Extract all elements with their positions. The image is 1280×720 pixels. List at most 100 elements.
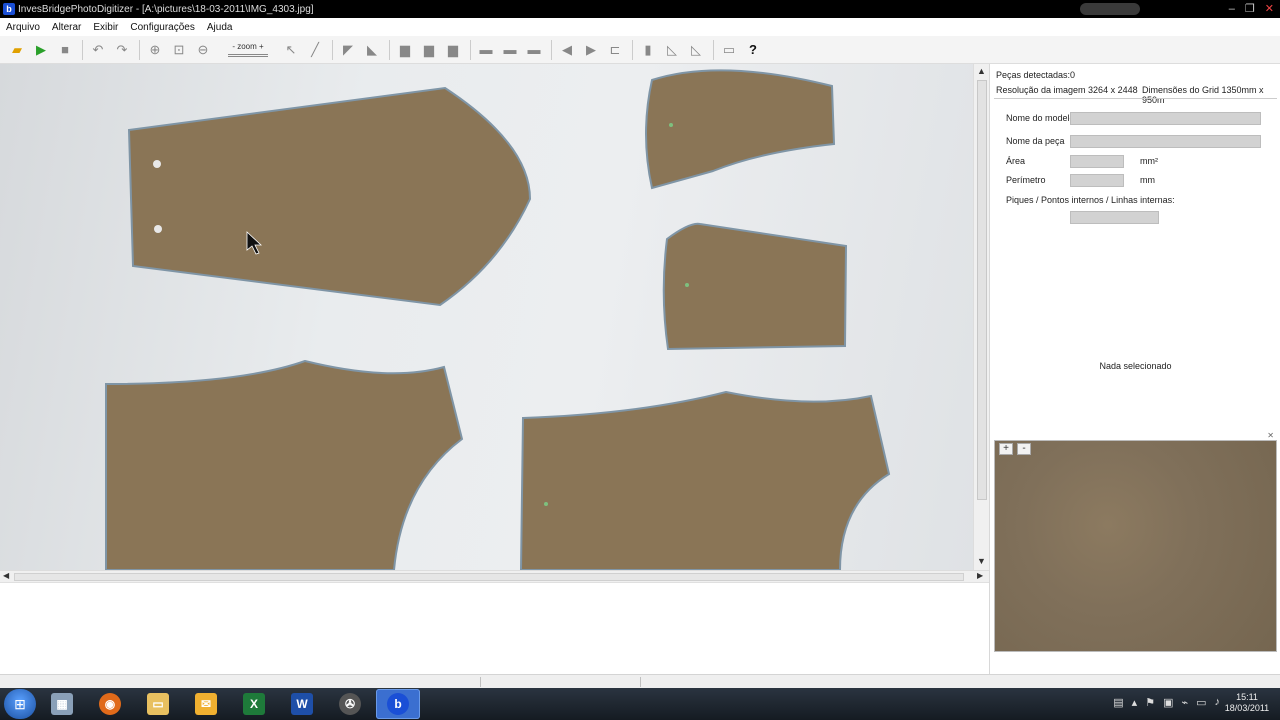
outlook-icon: ✉ [195, 693, 217, 715]
open-folder-icon[interactable]: ▰ [6, 39, 28, 61]
toolbar-separator [389, 39, 390, 60]
tray-volume-icon[interactable]: ♪ [1215, 696, 1221, 709]
zoom-plus[interactable]: + [259, 42, 264, 51]
zoom-out-icon[interactable]: ⊖ [192, 39, 214, 61]
task-media[interactable]: ✇ [328, 689, 372, 719]
menu-ajuda[interactable]: Ajuda [207, 22, 233, 33]
image-resolution: Resolução da imagem 3264 x 2448 [996, 85, 1138, 95]
scrollbar-thumb[interactable] [977, 80, 987, 500]
menu-exibir[interactable]: Exibir [93, 22, 118, 33]
task-firefox[interactable]: ◉ [88, 689, 132, 719]
marker-point [669, 123, 673, 127]
perimeter-label: Perímetro [1006, 175, 1046, 185]
canvas-horizontal-scrollbar[interactable]: ◀ ▶ [0, 570, 989, 582]
pattern-piece-cuff [662, 222, 848, 351]
pattern-piece-front [105, 359, 464, 570]
play-icon[interactable]: ▶ [30, 39, 52, 61]
align-dropdown-icon[interactable]: ⊏ [604, 39, 626, 61]
tray-usb-icon[interactable]: ⌁ [1181, 696, 1188, 709]
menu-alterar[interactable]: Alterar [52, 22, 81, 33]
minimize-button[interactable]: – [1229, 2, 1235, 16]
help-icon[interactable]: ? [742, 39, 764, 61]
task-excel[interactable]: X [232, 689, 276, 719]
tray-expand-icon[interactable]: ▴ [1132, 696, 1138, 709]
firefox-icon: ◉ [99, 693, 121, 715]
area-label: Área [1006, 156, 1026, 166]
undo-icon[interactable]: ↶ [87, 39, 109, 61]
export-icon[interactable]: ▭ [718, 39, 740, 61]
blurred-region [1080, 3, 1140, 15]
word-icon: W [291, 693, 313, 715]
scrollbar-thumb[interactable] [14, 573, 964, 581]
notch-tool-1-icon[interactable]: ▬ [475, 39, 497, 61]
preview-zoom-in-button[interactable]: + [999, 443, 1013, 455]
clock-date: 18/03/2011 [1224, 703, 1270, 713]
menu-configuracoes[interactable]: Configurações [130, 22, 194, 33]
notches-field[interactable] [1070, 211, 1159, 224]
system-tray: ▤ ▴ ⚑ ▣ ⌁ ▭ ♪ [1113, 696, 1220, 709]
model-name-field[interactable] [1070, 112, 1261, 125]
scroll-left-arrow-icon[interactable]: ◀ [3, 571, 9, 580]
remove-point-icon[interactable]: ◣ [361, 39, 383, 61]
toolbar-separator [470, 39, 471, 60]
perimeter-unit: mm [1140, 175, 1155, 185]
tray-app-icon[interactable]: ▤ [1113, 696, 1123, 709]
model-name-label: Nome do modelo [1006, 113, 1075, 123]
area-field[interactable] [1070, 155, 1124, 168]
task-invesbridge[interactable]: b [376, 689, 420, 719]
status-divider [640, 677, 641, 687]
clock[interactable]: 15:11 18/03/2011 [1222, 692, 1272, 714]
notch-tool-2-icon[interactable]: ▬ [499, 39, 521, 61]
tray-network-icon[interactable]: ▭ [1196, 696, 1206, 709]
tray-device-icon[interactable]: ▣ [1163, 696, 1173, 709]
grid-icon[interactable]: ▮ [637, 39, 659, 61]
measure-icon[interactable]: ◺ [661, 39, 683, 61]
select-icon[interactable]: ↖ [280, 39, 302, 61]
zoom-in-icon[interactable]: ⊕ [144, 39, 166, 61]
line-icon[interactable]: ╱ [304, 39, 326, 61]
marker-point [154, 225, 162, 233]
restore-button[interactable]: ❐ [1245, 2, 1255, 16]
close-button[interactable]: ✕ [1265, 2, 1274, 16]
rotate-right-icon[interactable]: ▶ [580, 39, 602, 61]
perimeter-field[interactable] [1070, 174, 1124, 187]
resize-corner-icon[interactable]: ✕ [1267, 431, 1274, 440]
tray-flag-icon[interactable]: ⚑ [1145, 696, 1155, 709]
piece-name-field[interactable] [1070, 135, 1261, 148]
start-button[interactable]: ⊞ [4, 689, 36, 719]
zoom-fit-icon[interactable]: ⊡ [168, 39, 190, 61]
menu-bar: Arquivo Alterar Exibir Configurações Aju… [0, 18, 1280, 36]
piece-tool-1-icon[interactable]: ▆ [394, 39, 416, 61]
preview-zoom-out-button[interactable]: - [1017, 443, 1031, 455]
area-unit: mm² [1140, 156, 1158, 166]
rotate-left-icon[interactable]: ◀ [556, 39, 578, 61]
stop-icon[interactable]: ■ [54, 39, 76, 61]
nothing-selected-text: Nada selecionado [1099, 361, 1172, 371]
task-outlook[interactable]: ✉ [184, 689, 228, 719]
notches-label: Piques / Pontos internos / Linhas intern… [1006, 195, 1175, 205]
zoom-slider[interactable]: - zoom + [222, 39, 274, 61]
task-word[interactable]: W [280, 689, 324, 719]
piece-properties: Nome do modelo Nome da peça Área mm² Per… [994, 98, 1277, 498]
window-title: InvesBridgePhotoDigitizer - [A:\pictures… [18, 3, 314, 15]
piece-preview: ✕ + - [994, 431, 1277, 652]
zoom-minus[interactable]: - [232, 42, 235, 51]
toolbar-separator [632, 39, 633, 60]
menu-arquivo[interactable]: Arquivo [6, 22, 40, 33]
marker-point [153, 160, 161, 168]
scroll-down-arrow-icon[interactable]: ▼ [977, 556, 986, 566]
notch-tool-3-icon[interactable]: ▬ [523, 39, 545, 61]
redo-icon[interactable]: ↷ [111, 39, 133, 61]
task-calculator[interactable]: ▦ [40, 689, 84, 719]
scroll-up-arrow-icon[interactable]: ▲ [977, 66, 986, 76]
piece-tool-2-icon[interactable]: ▆ [418, 39, 440, 61]
scroll-right-arrow-icon[interactable]: ▶ [977, 571, 983, 580]
piece-tool-3-icon[interactable]: ▆ [442, 39, 464, 61]
add-point-icon[interactable]: ◤ [337, 39, 359, 61]
task-explorer[interactable]: ▭ [136, 689, 180, 719]
image-canvas[interactable] [0, 64, 973, 570]
zoom-track[interactable] [228, 54, 268, 57]
angle-icon[interactable]: ◺ [685, 39, 707, 61]
canvas-vertical-scrollbar[interactable]: ▲ ▼ [973, 64, 989, 570]
pattern-piece-collar-top [645, 69, 836, 190]
